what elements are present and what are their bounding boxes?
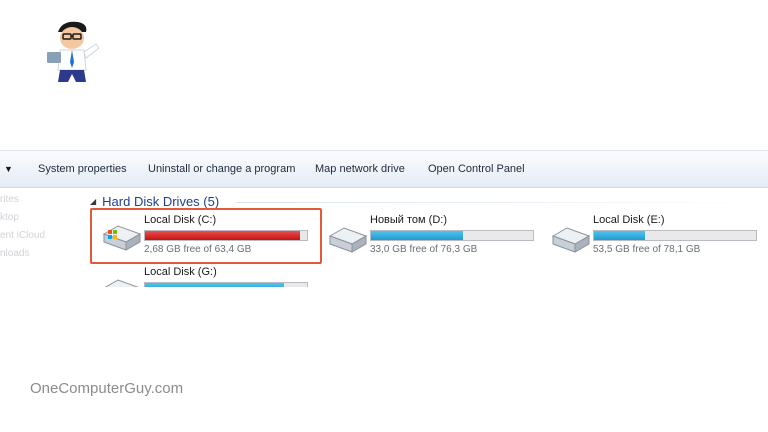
drive-usage-fill [145, 283, 285, 287]
highlight-box [90, 208, 322, 264]
toolbar-dropdown-icon[interactable]: ▼ [4, 151, 13, 187]
nav-item-desktop[interactable]: ktop [0, 212, 19, 223]
drive-usage-bar [370, 230, 534, 241]
drive-name: Новый том (D:) [370, 214, 447, 226]
drive-usage-fill [594, 231, 646, 240]
drive-name: Local Disk (E:) [593, 214, 665, 226]
section-divider [236, 202, 768, 203]
drive-free-space: 33,0 GB free of 76,3 GB [370, 244, 478, 255]
drive-tile-d[interactable]: Новый том (D:) 33,0 GB free of 76,3 GB [326, 212, 546, 262]
map-network-drive-button[interactable]: Map network drive [315, 151, 405, 187]
collapse-arrow-icon[interactable]: ◢ [90, 197, 96, 206]
hard-drive-icon [328, 227, 368, 253]
explorer-window: ▼ System properties Uninstall or change … [0, 140, 768, 287]
hard-drive-icon [551, 227, 591, 253]
system-properties-button[interactable]: System properties [38, 151, 127, 187]
drive-usage-fill [371, 231, 463, 240]
drive-tile-g[interactable]: Local Disk (G:) [100, 264, 320, 287]
nav-item-favorites[interactable]: rites [0, 194, 19, 205]
toolbar: ▼ System properties Uninstall or change … [0, 150, 768, 188]
drive-free-space: 53,5 GB free of 78,1 GB [593, 244, 701, 255]
nav-item-downloads[interactable]: nloads [0, 248, 29, 259]
uninstall-program-button[interactable]: Uninstall or change a program [148, 151, 295, 187]
drive-tile-e[interactable]: Local Disk (E:) 53,5 GB free of 78,1 GB [549, 212, 768, 262]
drive-usage-bar [144, 282, 308, 287]
hard-drive-icon [104, 279, 139, 287]
navigation-pane: rites ktop ent iCloud nloads [0, 186, 58, 287]
drive-name: Local Disk (G:) [144, 266, 217, 278]
open-control-panel-button[interactable]: Open Control Panel [428, 151, 525, 187]
section-title: Hard Disk Drives (5) [102, 194, 220, 209]
drive-usage-bar [593, 230, 757, 241]
nav-item-icloud[interactable]: ent iCloud [0, 230, 45, 241]
onecomputerguy-logo-icon [47, 21, 100, 82]
watermark: OneComputerGuy.com [30, 380, 184, 397]
